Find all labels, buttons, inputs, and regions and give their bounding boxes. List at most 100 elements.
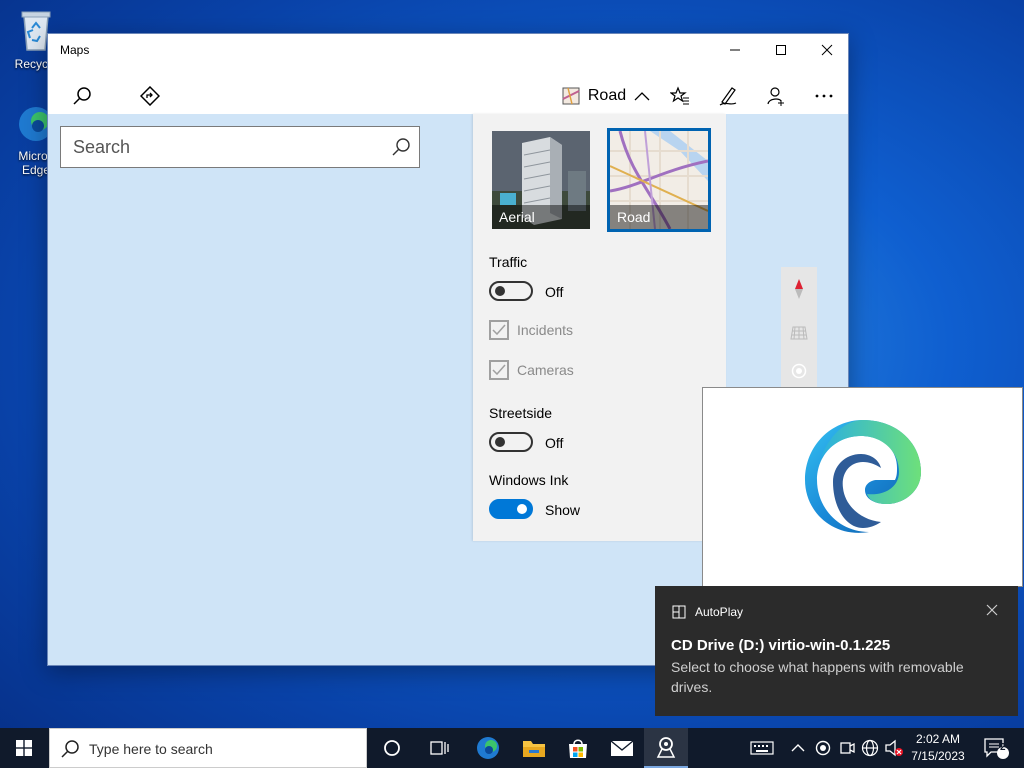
notification-app-name: AutoPlay xyxy=(695,605,744,619)
record-tray-button[interactable] xyxy=(813,728,833,768)
streetside-toggle-state: Off xyxy=(545,435,564,451)
maximize-icon xyxy=(776,45,786,55)
taskbar-maps-button[interactable] xyxy=(644,728,688,768)
my-location-button[interactable] xyxy=(781,355,817,387)
record-icon xyxy=(815,740,831,756)
maximize-button[interactable] xyxy=(758,34,804,66)
network-tray-button[interactable] xyxy=(860,728,880,768)
taskbar-store-button[interactable] xyxy=(556,728,600,768)
close-icon xyxy=(821,44,833,56)
network-icon xyxy=(861,739,879,757)
cortana-button[interactable] xyxy=(370,728,414,768)
traffic-toggle[interactable] xyxy=(489,281,533,301)
taskbar-file-explorer-button[interactable] xyxy=(512,728,556,768)
windows-logo-icon xyxy=(16,740,32,756)
task-view-button[interactable] xyxy=(418,728,462,768)
taskbar-edge-button[interactable] xyxy=(466,728,510,768)
ink-pen-icon xyxy=(719,87,737,106)
aerial-style-option[interactable]: Aerial xyxy=(492,131,590,229)
file-explorer-icon xyxy=(523,741,545,757)
taskbar-search-placeholder: Type here to search xyxy=(89,741,213,757)
map-style-icon xyxy=(562,87,580,105)
streetside-toggle[interactable] xyxy=(489,432,533,452)
volume-muted-icon xyxy=(885,739,903,757)
checkmark-icon xyxy=(492,324,506,336)
ink-button[interactable] xyxy=(714,74,742,118)
road-style-option[interactable]: Road xyxy=(607,128,711,232)
chevron-up-icon xyxy=(791,744,805,752)
more-icon xyxy=(815,94,833,98)
3d-view-button[interactable] xyxy=(781,311,817,355)
search-icon[interactable] xyxy=(391,137,411,157)
webcam-tray-button[interactable] xyxy=(837,728,857,768)
keyboard-icon xyxy=(750,741,774,755)
minimize-icon xyxy=(730,49,740,51)
incidents-checkbox[interactable] xyxy=(489,320,509,340)
minimize-button[interactable] xyxy=(712,34,758,66)
map-style-panel: Aerial Road Traffic Off Incidents Camera… xyxy=(473,114,726,541)
title-bar[interactable]: Maps xyxy=(48,34,848,66)
my-location-icon xyxy=(791,363,807,379)
webcam-icon xyxy=(840,742,855,754)
search-icon xyxy=(73,87,91,105)
action-center-button[interactable]: 2 xyxy=(976,728,1016,768)
account-button[interactable] xyxy=(762,74,790,118)
compass-icon xyxy=(795,279,803,299)
edge-icon xyxy=(477,737,499,759)
account-icon xyxy=(767,87,784,106)
start-button[interactable] xyxy=(0,728,48,768)
edge-splash-window[interactable] xyxy=(702,387,1023,587)
streetside-label: Streetside xyxy=(489,405,553,421)
store-icon xyxy=(569,739,587,758)
windows-ink-label: Windows Ink xyxy=(489,472,569,488)
traffic-toggle-state: Off xyxy=(545,284,564,300)
edge-logo xyxy=(805,420,921,533)
maps-icon xyxy=(656,737,676,758)
taskbar-clock[interactable]: 2:02 AM 7/15/2023 xyxy=(905,731,971,765)
notification-body: Select to choose what happens with remov… xyxy=(671,659,964,695)
compass-button[interactable] xyxy=(781,267,817,311)
notification-count-badge: 2 xyxy=(1000,742,1006,753)
favorites-button[interactable] xyxy=(666,74,694,118)
window-title: Maps xyxy=(60,43,90,57)
tab-search[interactable] xyxy=(48,74,116,146)
cameras-checkbox[interactable] xyxy=(489,360,509,380)
tab-directions[interactable] xyxy=(116,74,184,118)
clock-date: 7/15/2023 xyxy=(911,749,965,763)
volume-tray-button[interactable] xyxy=(883,728,905,768)
task-view-icon xyxy=(430,741,449,755)
close-icon xyxy=(986,604,998,616)
taskbar: Type here to search 2:02 AM 7/15/2023 2 xyxy=(0,728,1024,768)
directions-icon xyxy=(140,86,160,106)
keyboard-tray-button[interactable] xyxy=(748,728,776,768)
close-button[interactable] xyxy=(804,34,848,66)
incidents-label: Incidents xyxy=(517,322,574,338)
checkmark-icon xyxy=(492,364,506,376)
show-hidden-icons-button[interactable] xyxy=(788,728,808,768)
aerial-label: Aerial xyxy=(492,205,590,229)
windows-ink-toggle[interactable] xyxy=(489,499,533,519)
cameras-label: Cameras xyxy=(517,362,574,378)
map-style-label: Road xyxy=(587,87,627,104)
map-style-button[interactable]: Road xyxy=(556,74,656,118)
search-icon xyxy=(61,740,79,758)
mail-icon xyxy=(610,740,634,756)
traffic-label: Traffic xyxy=(489,254,528,270)
map-controls xyxy=(781,267,817,387)
search-box[interactable] xyxy=(60,126,420,168)
taskbar-search-box[interactable]: Type here to search xyxy=(49,728,367,768)
cortana-icon xyxy=(384,740,400,756)
more-button[interactable] xyxy=(810,74,838,118)
notification-close-button[interactable] xyxy=(986,603,998,621)
autoplay-notification[interactable]: AutoPlay CD Drive (D:) virtio-win-0.1.22… xyxy=(655,586,1018,716)
search-input[interactable] xyxy=(73,136,383,158)
3d-view-icon xyxy=(790,326,808,340)
windows-ink-toggle-state: Show xyxy=(545,502,581,518)
taskbar-mail-button[interactable] xyxy=(600,728,644,768)
clock-time: 2:02 AM xyxy=(915,732,961,746)
autoplay-icon xyxy=(672,605,686,619)
favorites-icon xyxy=(670,86,689,105)
notification-title: CD Drive (D:) virtio-win-0.1.225 xyxy=(671,637,891,654)
road-label: Road xyxy=(610,205,708,229)
chevron-up-icon xyxy=(634,92,650,101)
